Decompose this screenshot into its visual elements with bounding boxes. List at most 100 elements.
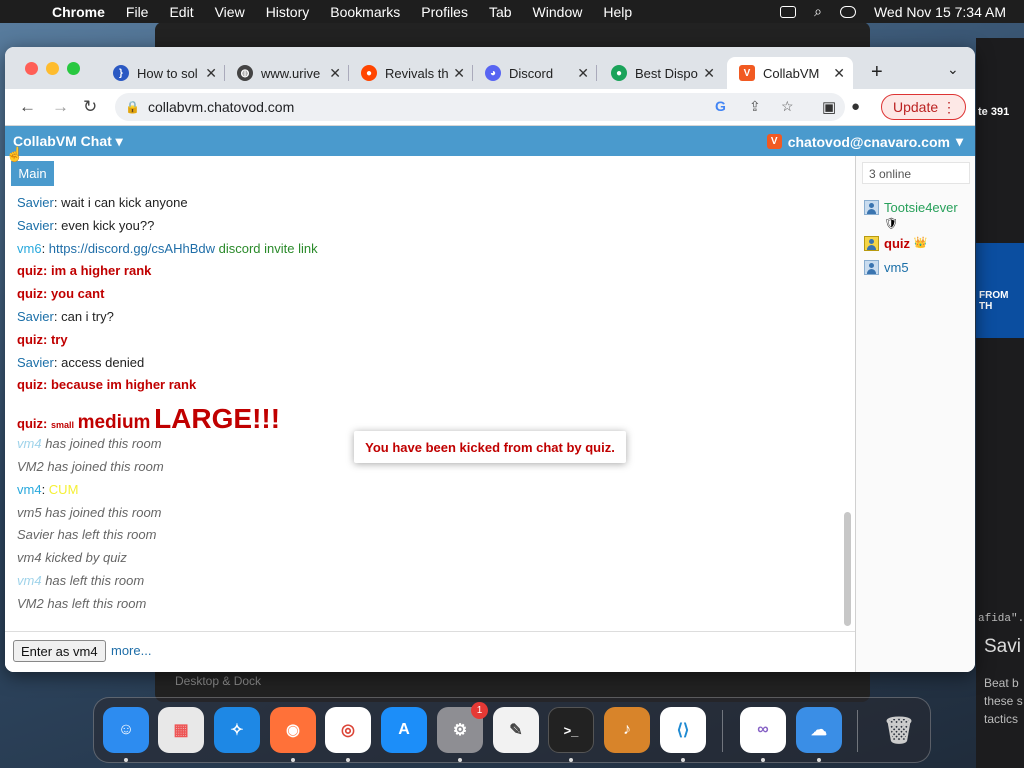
control-center-icon[interactable] xyxy=(839,5,856,18)
terminal-app-icon[interactable]: >_ xyxy=(548,707,594,753)
shield-badge-icon: 🛡 xyxy=(884,218,898,230)
tab-how-to-solve[interactable]: } How to sol ✕ xyxy=(101,57,225,89)
menu-file[interactable]: File xyxy=(126,4,149,20)
menu-history[interactable]: History xyxy=(266,4,310,20)
weather-app-icon[interactable]: ☁ xyxy=(796,707,842,753)
chat-input-bar: Enter as vm4 more... xyxy=(5,631,855,672)
trash-icon[interactable]: 🗑 xyxy=(876,707,922,753)
launchpad-app-icon[interactable]: ▦ xyxy=(158,707,204,753)
menu-bookmarks[interactable]: Bookmarks xyxy=(330,4,400,20)
chat-topbar: CollabVM Chat ▾ V chatovod@cnavaro.com ▾ xyxy=(5,126,975,156)
menu-clock[interactable]: Wed Nov 15 7:34 AM xyxy=(874,4,1006,20)
tab-urive[interactable]: ◍ www.urive ✕ xyxy=(225,57,349,89)
screen-mirroring-icon[interactable] xyxy=(780,5,797,18)
caret-down-icon: ▾ xyxy=(115,133,123,149)
more-link[interactable]: more... xyxy=(111,643,151,658)
minimize-window-button[interactable] xyxy=(46,62,59,75)
menu-view[interactable]: View xyxy=(215,4,245,20)
message-user[interactable]: quiz xyxy=(17,332,43,347)
new-tab-plus-icon[interactable]: + xyxy=(871,61,883,84)
chrome-app-icon[interactable]: ◎ xyxy=(325,707,371,753)
user-list-item[interactable]: vm5 xyxy=(864,260,909,275)
tab-close-icon[interactable]: ✕ xyxy=(577,65,589,82)
tab-best-dispo[interactable]: ● Best Dispo ✕ xyxy=(599,57,723,89)
garageband-app-icon[interactable]: ♪ xyxy=(604,707,650,753)
bookmark-star-icon[interactable]: ☆ xyxy=(781,98,794,115)
bg-snippet: afida". xyxy=(978,613,1024,625)
message-user[interactable]: vm4 xyxy=(17,436,42,451)
side-panel-icon[interactable]: ▣ xyxy=(822,98,836,116)
brand-menu[interactable]: CollabVM Chat ▾ xyxy=(13,133,123,150)
room-tab-main[interactable]: Main xyxy=(11,161,54,186)
address-bar[interactable]: 🔒 collabvm.chatovod.com G ⇪ ☆ xyxy=(115,93,845,121)
tab-close-icon[interactable]: ✕ xyxy=(703,65,715,82)
site-favicon-icon: ● xyxy=(611,65,627,81)
message-user[interactable]: Savier xyxy=(17,309,54,324)
message-text: vm4 kicked by quiz xyxy=(17,550,127,566)
message-user[interactable]: quiz xyxy=(17,416,43,431)
message-user[interactable]: quiz xyxy=(17,377,43,392)
kebab-menu-icon[interactable]: ⋮ xyxy=(942,99,956,116)
message-text-large: LARGE!!! xyxy=(154,403,281,435)
tab-close-icon[interactable]: ✕ xyxy=(833,65,845,82)
finder-app-icon[interactable]: ☺ xyxy=(103,707,149,753)
spotlight-search-icon[interactable]: ⌕ xyxy=(814,3,822,20)
message-user[interactable]: vm4 xyxy=(17,482,42,497)
tab-close-icon[interactable]: ✕ xyxy=(205,65,217,82)
notification-badge: 1 xyxy=(471,702,488,719)
user-list-item[interactable]: quiz 👑 xyxy=(864,236,927,251)
message-user[interactable]: Savier xyxy=(17,218,54,233)
user-list-item[interactable]: Tootsie4ever 🛡 xyxy=(864,200,958,230)
tab-collabvm[interactable]: V CollabVM ✕ xyxy=(727,57,853,89)
menu-edit[interactable]: Edit xyxy=(169,4,193,20)
message-user[interactable]: quiz xyxy=(17,263,43,278)
message-user[interactable]: vm4 xyxy=(17,573,42,588)
running-indicator xyxy=(346,758,350,762)
enter-chat-button[interactable]: Enter as vm4 xyxy=(13,640,106,662)
app-store-app-icon[interactable]: A xyxy=(381,707,427,753)
google-lens-icon[interactable]: G xyxy=(715,98,726,114)
textedit-app-icon[interactable]: ✎ xyxy=(493,707,539,753)
menu-help[interactable]: Help xyxy=(603,4,632,20)
scrollbar-thumb[interactable] xyxy=(844,512,851,626)
user-menu[interactable]: V chatovod@cnavaro.com ▾ xyxy=(766,133,963,150)
safari-app-icon[interactable]: ✧ xyxy=(214,707,260,753)
menu-tab[interactable]: Tab xyxy=(489,4,512,20)
menu-app-name[interactable]: Chrome xyxy=(52,4,105,20)
update-button[interactable]: Update ⋮ xyxy=(881,94,966,120)
forward-arrow-icon[interactable]: → xyxy=(52,97,69,117)
lock-icon[interactable]: 🔒 xyxy=(125,100,140,114)
tab-close-icon[interactable]: ✕ xyxy=(329,65,341,82)
message-text: because im higher rank xyxy=(50,377,197,393)
back-arrow-icon[interactable]: ← xyxy=(19,97,36,117)
message-user[interactable]: vm6 xyxy=(17,241,42,256)
zoom-window-button[interactable] xyxy=(67,62,80,75)
firefox-app-icon[interactable]: ◉ xyxy=(270,707,316,753)
profile-icon[interactable]: ● xyxy=(851,98,860,115)
kicked-notification: You have been kicked from chat by quiz. xyxy=(354,431,626,463)
chat-scrollbar[interactable] xyxy=(843,158,853,628)
chat-message: quiz: you cant xyxy=(17,286,105,302)
close-window-button[interactable] xyxy=(25,62,38,75)
share-icon[interactable]: ⇪ xyxy=(749,98,761,115)
tab-reddit[interactable]: ● Revivals th ✕ xyxy=(349,57,473,89)
message-user[interactable]: Savier xyxy=(17,195,54,210)
chat-system-message: Savier has left this room xyxy=(17,524,837,547)
running-indicator xyxy=(291,758,295,762)
tab-label: CollabVM xyxy=(763,65,820,81)
running-indicator xyxy=(569,758,573,762)
tab-close-icon[interactable]: ✕ xyxy=(453,65,465,82)
menu-window[interactable]: Window xyxy=(533,4,583,20)
tab-discord[interactable]: ◕ Discord ✕ xyxy=(473,57,597,89)
message-user[interactable]: Savier xyxy=(17,355,54,370)
message-link[interactable]: https://discord.gg/csAHhBdw xyxy=(49,241,215,256)
visual-studio-app-icon[interactable]: ∞ xyxy=(740,707,786,753)
tab-search-chevron-icon[interactable]: ⌄ xyxy=(947,61,959,78)
running-indicator xyxy=(124,758,128,762)
vscode-app-icon[interactable]: ⟨⟩ xyxy=(660,707,706,753)
reload-icon[interactable]: ↻ xyxy=(83,97,97,117)
message-user[interactable]: quiz xyxy=(17,286,43,301)
running-indicator xyxy=(761,758,765,762)
menu-profiles[interactable]: Profiles xyxy=(421,4,468,20)
bg-snippet: Savi xyxy=(984,636,1021,657)
